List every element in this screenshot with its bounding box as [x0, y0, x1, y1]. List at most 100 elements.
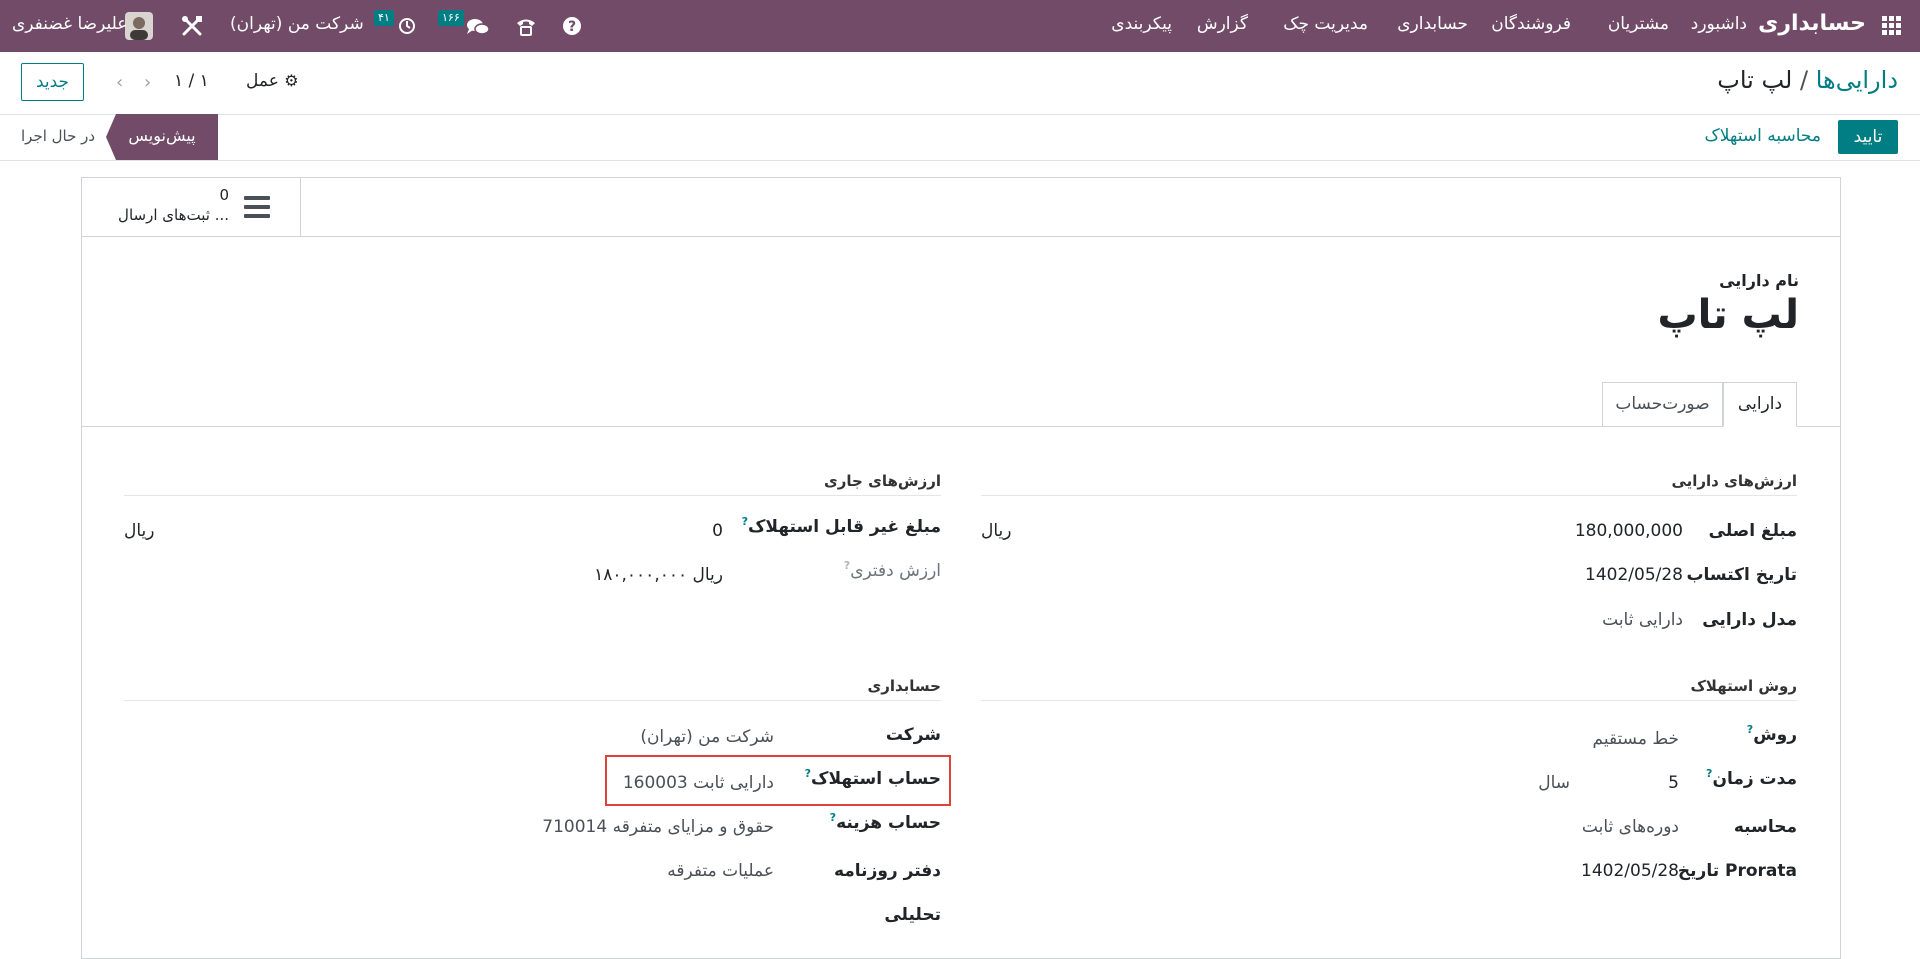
- svg-text:?: ?: [568, 19, 576, 35]
- posted-entries-count: 0: [219, 186, 229, 204]
- non-depreciable-label: مبلغ غیر قابل استهلاک: [748, 517, 941, 537]
- computation-label: محاسبه: [1733, 817, 1797, 837]
- breadcrumb-parent-link[interactable]: دارایی‌ها: [1816, 66, 1898, 94]
- acquisition-date-label: تاریخ اکتساب: [1686, 565, 1797, 585]
- activity-icon[interactable]: [398, 17, 416, 35]
- menu-vendors[interactable]: فروشندگان: [1491, 14, 1571, 34]
- analytic-label: تحلیلی: [884, 905, 941, 925]
- depreciation-account-label: حساب استهلاک: [811, 769, 941, 789]
- original-value-label: مبلغ اصلی: [1708, 521, 1797, 541]
- current-values-divider: [124, 495, 941, 496]
- original-value-currency: ریال: [981, 521, 1012, 541]
- form-sheet: 0 ثبت‌های ارسال ... نام دارایی لپ تاپ دا…: [81, 177, 1841, 959]
- menu-reporting[interactable]: گزارش: [1197, 14, 1248, 34]
- chevron-left-icon: ‹: [116, 72, 124, 93]
- book-value-label-wrap: ارزش دفتری?: [844, 559, 941, 581]
- new-button[interactable]: جدید: [21, 63, 84, 101]
- journal-field[interactable]: عملیات متفرقه: [667, 861, 774, 881]
- menu-configuration[interactable]: پیکربندی: [1111, 14, 1172, 34]
- prorata-date-label: تاریخ Prorata: [1677, 861, 1797, 881]
- expense-account-label: حساب هزینه: [836, 813, 941, 833]
- breadcrumb-separator: /: [1800, 66, 1809, 94]
- method-label: روش: [1753, 725, 1797, 745]
- action-label: عمل: [246, 71, 279, 91]
- activity-badge: ۴۱: [374, 10, 394, 26]
- breadcrumb-current: لپ تاپ: [1717, 66, 1793, 94]
- user-name[interactable]: علیرضا غضنفری: [12, 14, 127, 34]
- posted-entries-smart-button[interactable]: 0 ثبت‌های ارسال ...: [82, 178, 301, 236]
- tab-asset-label: دارایی: [1737, 394, 1783, 414]
- avatar[interactable]: [125, 12, 153, 40]
- tools-icon[interactable]: [181, 15, 203, 37]
- help-tooltip-icon[interactable]: ?: [742, 515, 748, 528]
- help-tooltip-icon[interactable]: ?: [830, 811, 836, 824]
- asset-name-label: نام دارایی: [1719, 271, 1799, 290]
- stage-draft[interactable]: پیش‌نویس: [106, 114, 218, 160]
- duration-label: مدت زمان: [1712, 769, 1797, 789]
- tabs-line: [82, 426, 1840, 427]
- action-menu-button[interactable]: عمل ⚙: [246, 71, 299, 91]
- computation-field[interactable]: دوره‌های ثابت: [1582, 817, 1679, 837]
- help-tooltip-icon[interactable]: ?: [805, 767, 811, 780]
- asset-name-field[interactable]: لپ تاپ: [1657, 292, 1799, 338]
- asset-values-divider: [981, 495, 1797, 496]
- breadcrumb: دارایی‌ها / لپ تاپ: [1717, 66, 1898, 94]
- tab-asset[interactable]: دارایی: [1723, 382, 1797, 427]
- menu-accounting[interactable]: حسابداری: [1397, 14, 1468, 34]
- current-values-title: ارزش‌های جاری: [824, 472, 941, 490]
- book-value-label: ارزش دفتری: [850, 561, 941, 581]
- non-depreciable-currency: ریال: [124, 521, 155, 541]
- asset-model-label: مدل دارایی: [1702, 610, 1797, 630]
- control-panel: دارایی‌ها / لپ تاپ عمل ⚙ ۱ / ۱ › ‹ جدید: [0, 52, 1920, 115]
- confirm-button[interactable]: تایید: [1838, 120, 1898, 154]
- compute-depreciation-button[interactable]: محاسبه استهلاک: [1705, 126, 1821, 146]
- menu-customers[interactable]: مشتریان: [1608, 14, 1669, 34]
- company-field[interactable]: شرکت من (تهران): [640, 727, 774, 747]
- gear-icon: ⚙: [284, 71, 299, 90]
- asset-values-title: ارزش‌های دارایی: [1671, 472, 1797, 490]
- duration-unit-field[interactable]: سال: [1538, 773, 1570, 793]
- stage-running[interactable]: در حال اجرا: [21, 127, 95, 145]
- asset-model-field[interactable]: دارایی ثابت: [1602, 610, 1683, 630]
- status-bar: تایید محاسبه استهلاک پیش‌نویس در حال اجر…: [0, 114, 1920, 161]
- method-field[interactable]: خط مستقیم: [1593, 729, 1680, 749]
- apps-menu-icon[interactable]: [1882, 16, 1902, 36]
- new-button-label: جدید: [35, 72, 70, 92]
- accounting-title: حسابداری: [867, 677, 941, 695]
- top-navbar: حسابداری داشبورد مشتریان فروشندگان حسابد…: [0, 0, 1920, 52]
- help-tooltip-icon[interactable]: ?: [1747, 723, 1753, 736]
- company-switcher[interactable]: شرکت من (تهران): [230, 14, 364, 34]
- duration-label-wrap: مدت زمان?: [1706, 767, 1797, 789]
- original-value-field[interactable]: 180,000,000: [1575, 521, 1683, 541]
- book-value-field: ۱۸۰,۰۰۰,۰۰۰ ریال: [594, 565, 723, 585]
- help-icon[interactable]: ?: [562, 16, 582, 36]
- duration-field[interactable]: 5: [1668, 773, 1679, 793]
- stage-draft-label: پیش‌نویس: [128, 126, 196, 145]
- tab-invoice-label: صورت‌حساب: [1615, 394, 1710, 414]
- chevron-right-icon: ›: [144, 72, 152, 93]
- phone-icon[interactable]: [515, 15, 537, 37]
- menu-check-management[interactable]: مدیریت چک: [1283, 14, 1368, 34]
- messages-badge: ۱۶۶: [438, 10, 464, 26]
- tab-invoice[interactable]: صورت‌حساب: [1602, 382, 1723, 426]
- help-tooltip-icon[interactable]: ?: [1706, 767, 1712, 780]
- expense-account-field[interactable]: 710014 حقوق و مزایای متفرقه: [542, 817, 774, 837]
- company-label: شرکت: [885, 725, 941, 745]
- pager-value[interactable]: ۱ / ۱: [174, 71, 209, 91]
- expense-account-label-wrap: حساب هزینه?: [830, 811, 941, 833]
- confirm-button-label: تایید: [1853, 127, 1883, 147]
- app-name[interactable]: حسابداری: [1758, 11, 1866, 36]
- button-box: [82, 178, 1840, 237]
- depreciation-method-title: روش استهلاک: [1690, 677, 1797, 695]
- pager-previous-button[interactable]: ‹: [116, 72, 123, 93]
- depreciation-account-field[interactable]: 160003 دارایی ثابت: [623, 773, 774, 793]
- depreciation-method-divider: [981, 700, 1797, 701]
- non-depreciable-field[interactable]: 0: [712, 521, 723, 541]
- pager-next-button[interactable]: ›: [144, 72, 151, 93]
- posted-entries-label: ثبت‌های ارسال ...: [118, 206, 229, 224]
- acquisition-date-field[interactable]: 1402/05/28: [1585, 565, 1683, 585]
- menu-dashboard[interactable]: داشبورد: [1691, 14, 1747, 34]
- help-tooltip-icon[interactable]: ?: [844, 559, 850, 572]
- prorata-date-field[interactable]: 1402/05/28: [1581, 861, 1679, 881]
- messages-icon[interactable]: [466, 17, 490, 37]
